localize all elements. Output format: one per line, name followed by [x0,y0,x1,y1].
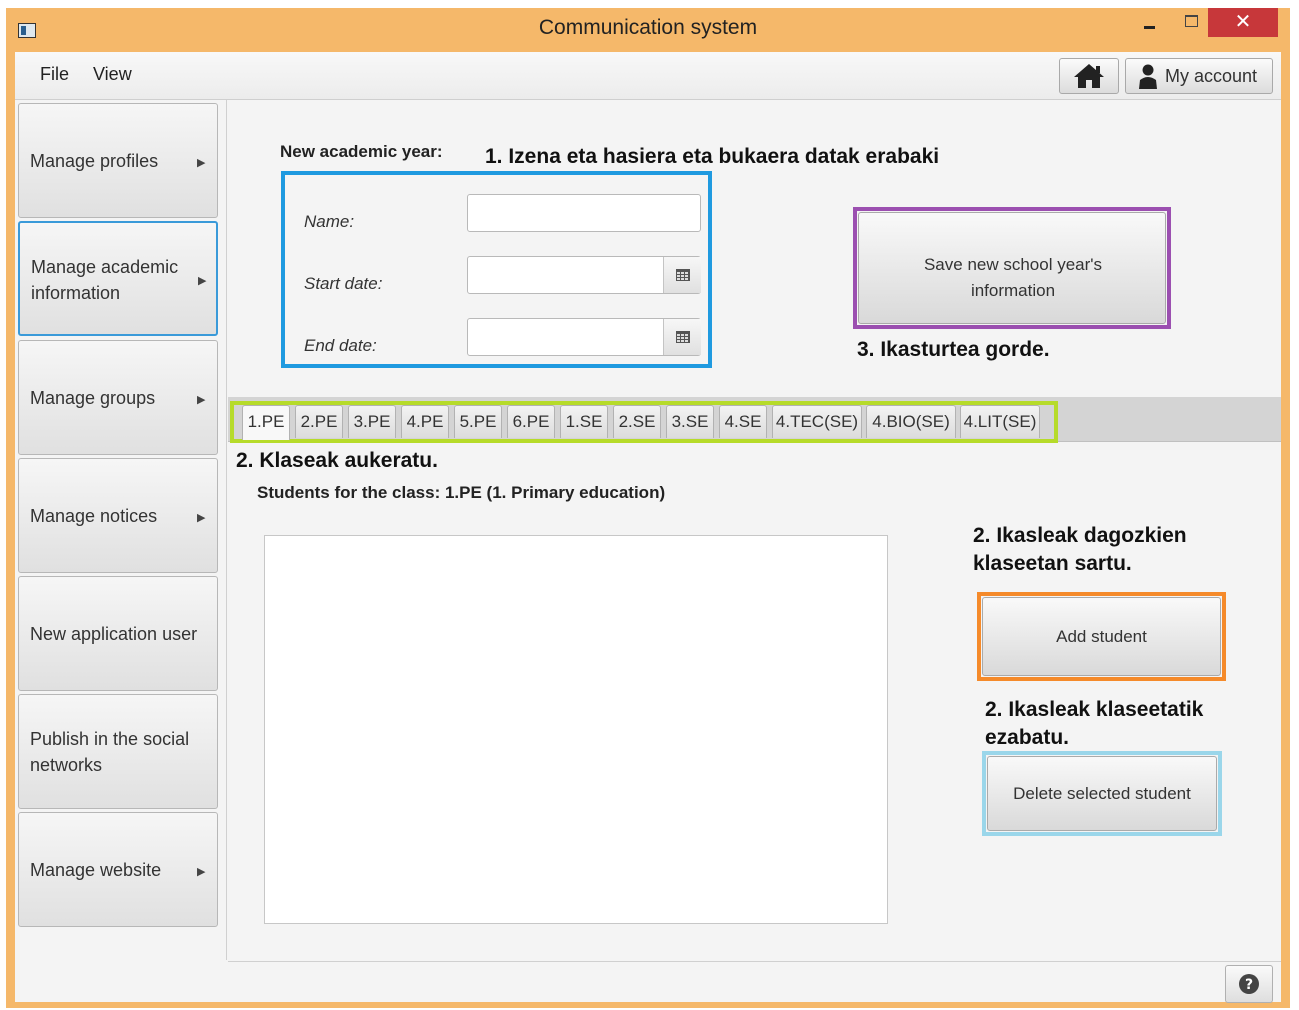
sidebar-item-label: Manage academic information [31,257,179,303]
client-area: File View My account Manage profiles ▶ M… [15,52,1281,1003]
start-date-field[interactable] [467,256,701,294]
title-bar[interactable]: Communication system ✕ [6,8,1290,52]
save-school-year-label: Save new school year's information [923,255,1103,300]
tab-4-bio-se[interactable]: 4.BIO(SE) [866,405,956,438]
sidebar: Manage profiles ▶ Manage academic inform… [15,100,227,1002]
tab-1-se[interactable]: 1.SE [560,405,608,438]
sidebar-item-manage-academic-information[interactable]: Manage academic information ▶ [18,221,218,336]
end-date-label: End date: [304,336,377,355]
end-date-picker-button[interactable] [663,319,701,355]
annotation-step2-delete: 2. Ikasleak klaseetatik ezabatu. [985,698,1204,749]
tab-1-pe[interactable]: 1.PE [242,405,290,440]
tab-2-se[interactable]: 2.SE [613,405,661,438]
sidebar-item-label: Manage website [30,860,162,880]
menu-view[interactable]: View [93,64,132,85]
name-label: Name: [304,212,355,231]
students-caption: Students for the class: 1.PE (1. Primary… [257,483,666,502]
start-date-label: Start date: [304,274,383,293]
tab-4-lit-se[interactable]: 4.LIT(SE) [960,405,1040,438]
end-date-input[interactable] [474,325,658,351]
annotation-step1: 1. Izena eta hasiera eta bukaera datak e… [485,145,940,168]
sidebar-item-label: Manage profiles [30,151,159,171]
svg-text:?: ? [1245,977,1253,993]
my-account-label: My account [1165,66,1258,86]
annotation-step3: 3. Ikasturtea gorde. [857,338,1050,361]
menu-bar: File View My account [15,52,1281,100]
window-title: Communication system [538,16,758,39]
chevron-right-icon: ▶ [197,512,206,524]
sidebar-divider [226,100,227,960]
calendar-icon [676,269,690,281]
sidebar-item-manage-notices[interactable]: Manage notices ▶ [18,458,218,573]
students-list[interactable] [264,535,888,924]
annotation-step2-add: 2. Ikasleak dagozkien klaseetan sartu. [973,524,1187,575]
sidebar-item-label: Manage groups [30,388,156,408]
help-icon: ? [1239,974,1259,994]
end-date-field[interactable] [467,318,701,356]
class-tab-strip: 1.PE 2.PE 3.PE 4.PE 5.PE 6.PE 1.SE 2.SE … [228,397,1281,443]
sidebar-item-manage-groups[interactable]: Manage groups ▶ [18,340,218,455]
start-date-picker-button[interactable] [663,257,701,293]
chevron-right-icon: ▶ [197,157,206,169]
sidebar-item-manage-profiles[interactable]: Manage profiles ▶ [18,103,218,218]
sidebar-item-label: Publish in the social networks [30,729,190,775]
annotation-step2-classes: 2. Klaseak aukeratu. [236,449,438,472]
chevron-right-icon: ▶ [197,394,206,406]
application-window: Communication system ✕ File View My acco… [6,8,1290,1008]
user-icon [1139,64,1157,89]
home-icon [1074,64,1104,88]
calendar-icon [676,331,690,343]
footer-divider [228,961,1281,962]
section-title: New academic year: [280,142,443,161]
sidebar-item-label: New application user [30,624,198,644]
sidebar-item-manage-website[interactable]: Manage website ▶ [18,812,218,927]
home-button[interactable] [1059,58,1119,94]
tab-4-tec-se[interactable]: 4.TEC(SE) [772,405,862,438]
help-button[interactable]: ? [1225,965,1273,1003]
tab-3-se[interactable]: 3.SE [666,405,714,438]
tab-4-pe[interactable]: 4.PE [401,405,449,438]
my-account-button[interactable]: My account [1125,58,1273,94]
maximize-button[interactable] [1172,8,1212,36]
chevron-right-icon: ▶ [197,866,206,878]
sidebar-item-publish-social-networks[interactable]: Publish in the social networks [18,694,218,809]
tab-3-pe[interactable]: 3.PE [348,405,396,438]
menu-file[interactable]: File [40,64,69,85]
save-school-year-button[interactable]: Save new school year's information [858,212,1166,324]
delete-selected-student-button[interactable]: Delete selected student [987,756,1217,831]
chevron-right-icon: ▶ [198,275,207,287]
tab-4-se[interactable]: 4.SE [719,405,767,438]
tab-2-pe[interactable]: 2.PE [295,405,343,438]
tab-6-pe[interactable]: 6.PE [507,405,555,438]
minimize-button[interactable] [1130,8,1170,36]
tab-5-pe[interactable]: 5.PE [454,405,502,438]
add-student-button[interactable]: Add student [982,597,1221,676]
name-input[interactable] [467,194,701,232]
sidebar-item-label: Manage notices [30,506,158,526]
close-icon: ✕ [1234,11,1252,33]
close-button[interactable]: ✕ [1208,8,1278,37]
start-date-input[interactable] [474,263,658,289]
sidebar-item-new-application-user[interactable]: New application user [18,576,218,691]
